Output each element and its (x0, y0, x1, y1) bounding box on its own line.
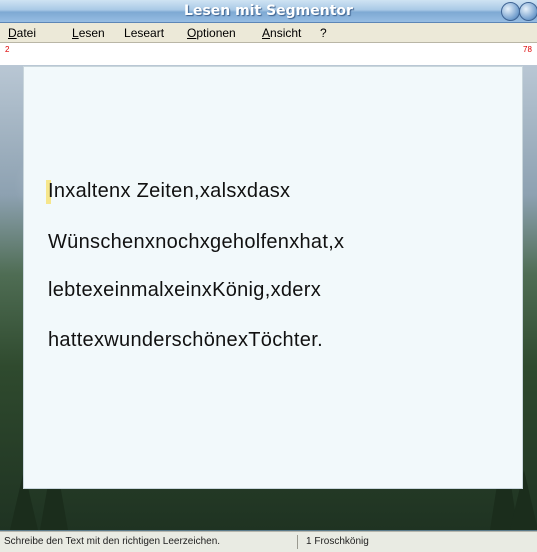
status-divider (297, 535, 298, 549)
close-button[interactable] (519, 2, 537, 21)
status-story: 1 Froschkönig (306, 536, 369, 547)
minimize-button[interactable] (501, 2, 520, 21)
status-message: Schreibe den Text mit den richtigen Leer… (4, 536, 221, 547)
window-title: Lesen mit Segmentor (184, 3, 353, 19)
ruler-right-value: 78 (523, 45, 532, 54)
text-line[interactable]: lebtexeinmalxeinxKönig,xderx (48, 279, 321, 302)
text-line[interactable]: hattexwunderschönexTöchter. (48, 329, 323, 352)
text-line[interactable]: Wünschenxnochxgeholfenxhat,x (48, 231, 344, 254)
ruler: 2 78 (0, 43, 537, 65)
menu-optionen[interactable]: Optionen (187, 26, 236, 40)
text-editor-panel[interactable]: Inxaltenx Zeiten,xalsxdasx Wünschenxnoch… (23, 66, 523, 489)
title-bar: Lesen mit Segmentor (0, 0, 537, 23)
menu-datei[interactable]: Datei (8, 26, 36, 40)
status-bar: Schreibe den Text mit den richtigen Leer… (0, 531, 537, 552)
menu-lesen[interactable]: Lesen (72, 26, 105, 40)
menu-ansicht[interactable]: Ansicht (262, 26, 301, 40)
text-line[interactable]: Inxaltenx Zeiten,xalsxdasx (48, 180, 290, 203)
menu-bar: Datei Lesen Leseart Optionen Ansicht ? (0, 23, 537, 43)
menu-help[interactable]: ? (320, 26, 327, 40)
menu-leseart[interactable]: Leseart (124, 26, 164, 40)
ruler-left-value: 2 (5, 45, 10, 54)
